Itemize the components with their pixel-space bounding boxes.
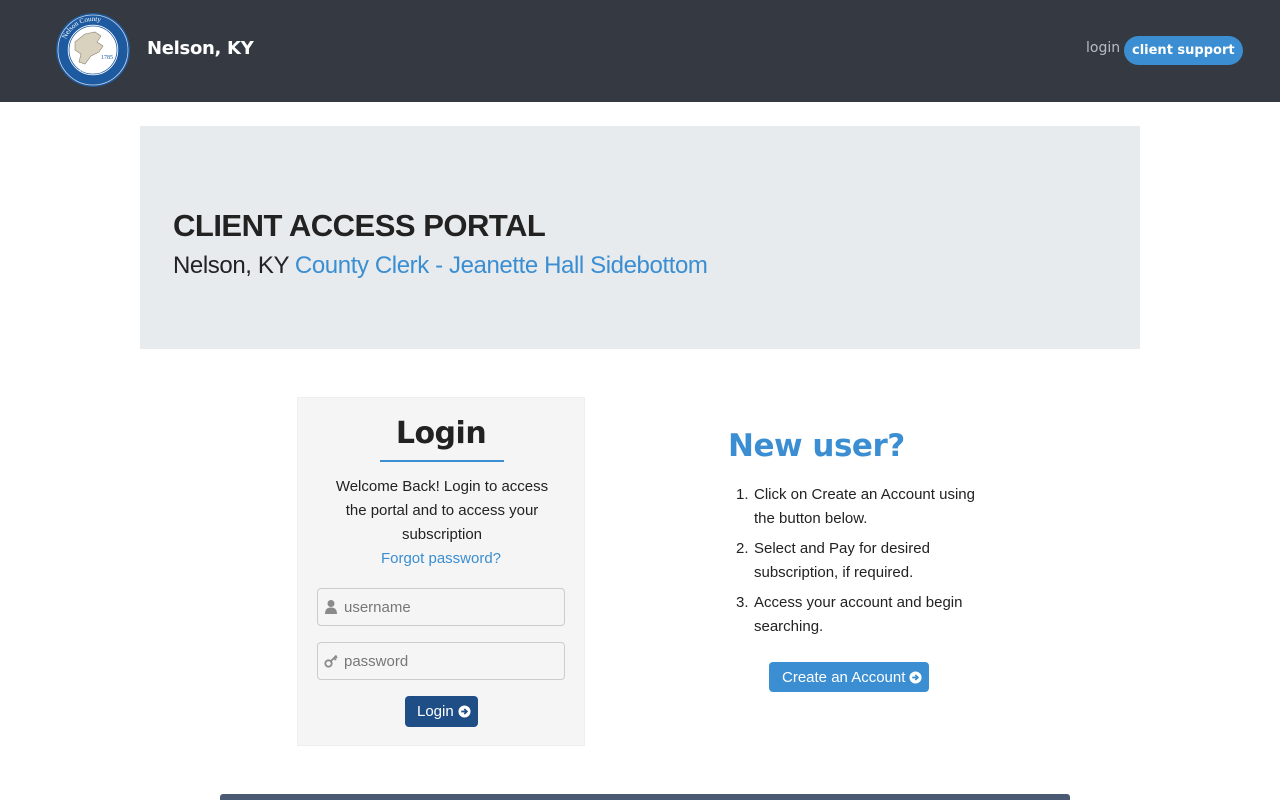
username-field[interactable] <box>317 588 565 626</box>
login-heading: Login <box>395 416 487 451</box>
user-icon <box>325 600 337 614</box>
welcome-text: Welcome Back! Login to access the portal… <box>335 478 549 543</box>
step-text: Click on Create an Account using the but… <box>754 486 975 527</box>
login-button-label: Login <box>417 703 454 720</box>
county-seal-logo[interactable]: 1785 Nelson County Kentucky <box>55 12 131 88</box>
nav-login-link[interactable]: login <box>1086 40 1120 56</box>
heading-underline <box>380 460 504 462</box>
footer-strip <box>220 794 1070 800</box>
arrow-circle-right-icon <box>909 670 922 684</box>
new-user-heading: New user? <box>728 428 905 464</box>
login-card: Login Welcome Back! Login to access the … <box>297 397 585 746</box>
password-field[interactable] <box>317 642 565 680</box>
arrow-circle-right-icon <box>458 705 471 718</box>
step-text: Access your account and begin searching. <box>754 594 963 635</box>
password-input[interactable] <box>344 643 562 679</box>
top-navbar: 1785 Nelson County Kentucky Nelson, KY l… <box>0 0 1280 102</box>
list-item: 2. Select and Pay for desired subscriptio… <box>736 537 986 585</box>
list-item: 3. Access your account and begin searchin… <box>736 591 986 639</box>
seal-year: 1785 <box>101 55 113 61</box>
client-support-button[interactable]: client support <box>1124 36 1243 65</box>
step-number: 3. <box>736 594 749 611</box>
portal-banner: CLIENT ACCESS PORTAL Nelson, KY County C… <box>140 126 1140 349</box>
county-clerk-link[interactable]: County Clerk - Jeanette Hall Sidebottom <box>295 252 708 279</box>
step-text: Select and Pay for desired subscription,… <box>754 540 930 581</box>
key-icon <box>324 654 338 668</box>
page-title: CLIENT ACCESS PORTAL <box>173 208 546 243</box>
create-account-label: Create an Account <box>782 668 906 686</box>
banner-location: Nelson, KY <box>173 252 289 279</box>
list-item: 1. Click on Create an Account using the b… <box>736 483 986 531</box>
banner-subtitle: Nelson, KY County Clerk - Jeanette Hall … <box>173 252 708 280</box>
login-button[interactable]: Login <box>405 696 478 727</box>
create-account-button[interactable]: Create an Account <box>769 662 930 692</box>
step-number: 2. <box>736 540 749 557</box>
forgot-password-link[interactable]: Forgot password? <box>298 550 584 567</box>
site-name[interactable]: Nelson, KY <box>147 38 254 59</box>
username-input[interactable] <box>344 589 562 625</box>
step-number: 1. <box>736 486 749 503</box>
signup-steps-list: 1. Click on Create an Account using the b… <box>736 483 986 645</box>
